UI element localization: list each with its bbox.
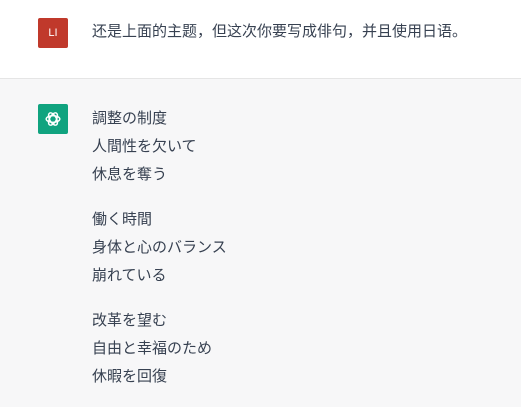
assistant-message-text: 調整の制度 人間性を欠いて 休息を奪う 働く時間 身体と心のバランス 崩れている… <box>92 104 227 407</box>
haiku-stanza: 働く時間 身体と心のバランス 崩れている <box>92 205 227 289</box>
haiku-line: 身体と心のバランス <box>92 238 227 256</box>
haiku-line: 休暇を回復 <box>92 367 168 385</box>
assistant-message-row: 調整の制度 人間性を欠いて 休息を奪う 働く時間 身体と心のバランス 崩れている… <box>0 79 521 407</box>
haiku-line: 改革を望む <box>92 311 168 329</box>
haiku-line: 崩れている <box>92 266 167 284</box>
user-message-row: LI 还是上面的主题，但这次你要写成俳句，并且使用日语。 <box>0 0 521 79</box>
user-avatar: LI <box>38 18 68 48</box>
haiku-stanza: 調整の制度 人間性を欠いて 休息を奪う <box>92 104 227 188</box>
haiku-line: 働く時間 <box>92 210 153 228</box>
assistant-avatar <box>38 104 68 134</box>
haiku-stanza: 改革を望む 自由と幸福のため 休暇を回復 <box>92 306 227 390</box>
openai-logo-icon <box>45 112 61 126</box>
haiku-line: 調整の制度 <box>92 109 168 127</box>
haiku-line: 休息を奪う <box>92 165 168 183</box>
haiku-line: 人間性を欠いて <box>92 137 197 155</box>
user-message-text: 还是上面的主题，但这次你要写成俳句，并且使用日语。 <box>92 22 468 40</box>
haiku-line: 自由と幸福のため <box>92 339 213 357</box>
